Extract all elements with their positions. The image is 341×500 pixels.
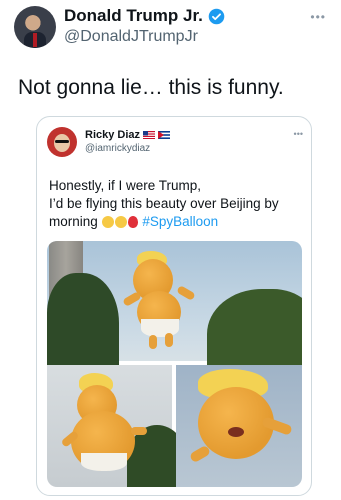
trump-baby-balloon-photo-1[interactable] (47, 241, 302, 379)
tweet-header: Donald Trump Jr. @DonaldJTrumpJr ••• (14, 6, 334, 50)
quoted-text: Honestly, if I were Trump, I’d be flying… (49, 177, 305, 231)
quoted-display-name[interactable]: Ricky Diaz (85, 129, 140, 141)
trump-baby-balloon-photo-2[interactable] (47, 365, 187, 487)
quoted-text-line2: I’d be flying this beauty over Beijing b… (49, 196, 279, 211)
avatar[interactable] (14, 6, 56, 48)
handle[interactable]: @DonaldJTrumpJr (64, 28, 198, 46)
verified-badge-icon (208, 8, 225, 24)
quoted-name-row: Ricky Diaz (85, 129, 171, 141)
quoted-text-line1: Honestly, if I were Trump, (49, 178, 202, 193)
quoted-tweet[interactable]: Ricky Diaz @iamrickydiaz ••• Honestly, i… (36, 116, 312, 496)
hashtag-link[interactable]: #SpyBalloon (142, 214, 218, 229)
trump-baby-balloon-photo-3[interactable] (176, 365, 302, 487)
grinning-sweat-emoji-icon (101, 216, 114, 228)
tweet-text: Not gonna lie… this is funny. (18, 76, 284, 99)
quoted-more-dots-icon[interactable]: ••• (294, 129, 303, 139)
balloon-emoji-icon (127, 216, 138, 228)
name-row: Donald Trump Jr. (64, 6, 225, 26)
cuba-flag-icon (158, 131, 171, 139)
laughing-emoji-icon (114, 216, 127, 228)
quoted-avatar[interactable] (47, 127, 77, 157)
us-flag-icon (143, 131, 156, 139)
quoted-text-line3: morning (49, 214, 98, 229)
display-name[interactable]: Donald Trump Jr. (64, 6, 203, 26)
quoted-handle[interactable]: @iamrickydiaz (85, 143, 150, 154)
media-grid (47, 241, 302, 487)
more-dots-icon[interactable]: ••• (310, 10, 326, 24)
